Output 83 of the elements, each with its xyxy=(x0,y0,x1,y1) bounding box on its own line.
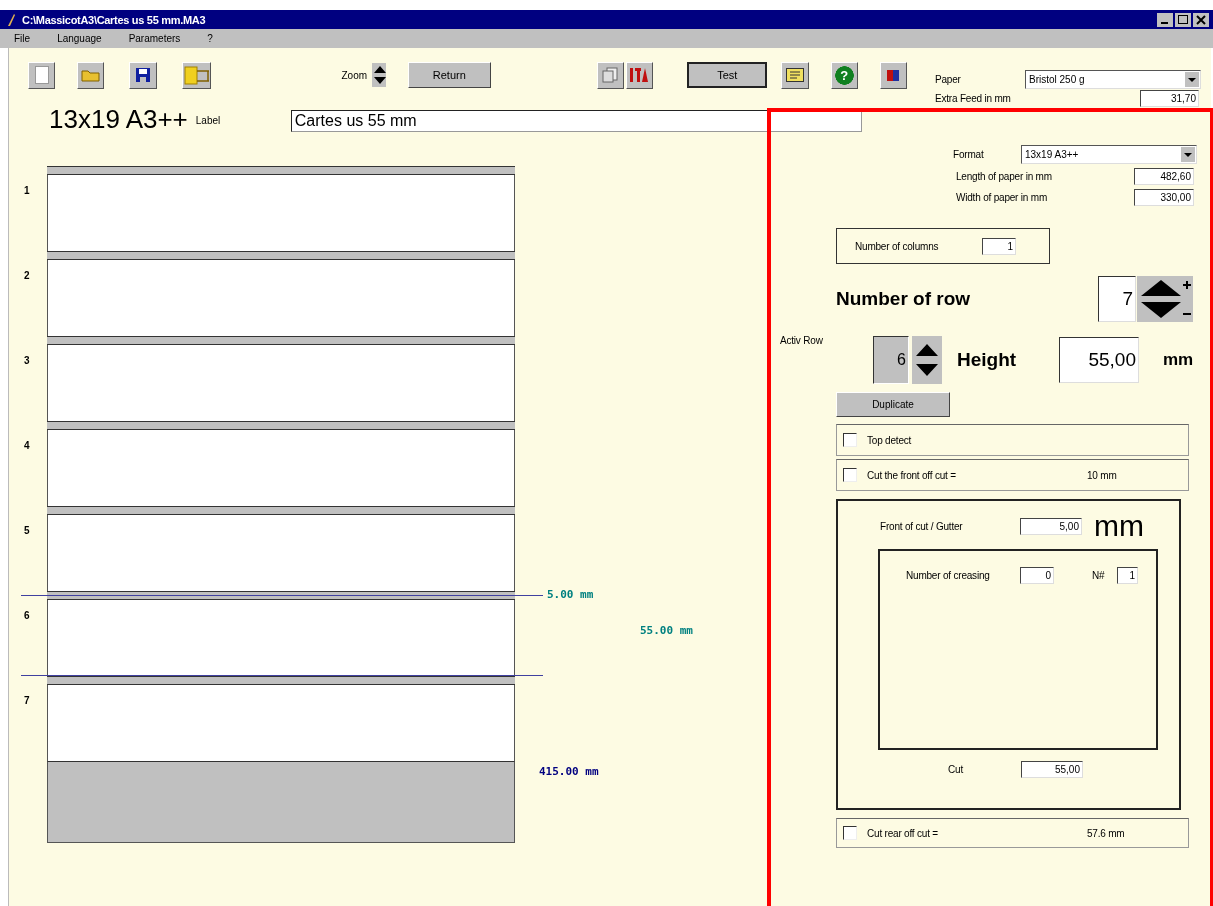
test-button[interactable]: Test xyxy=(687,62,768,88)
pages-button[interactable] xyxy=(596,61,624,89)
active-row-field[interactable]: 6 xyxy=(873,336,909,384)
height-label: Height xyxy=(957,349,1018,371)
menu-item[interactable]: Language xyxy=(57,33,102,44)
new-file-button[interactable] xyxy=(28,61,56,89)
columns-field[interactable]: 1 xyxy=(982,237,1016,255)
open-button[interactable] xyxy=(77,61,105,89)
columns-label: Number of columns xyxy=(855,240,940,252)
checkbox[interactable] xyxy=(843,433,857,447)
folder-frame-icon xyxy=(183,65,210,85)
total-reading: 415.00 mm xyxy=(538,765,600,778)
height-unit: mm xyxy=(1163,350,1194,370)
label-caption: Label xyxy=(195,115,222,126)
caret-icon xyxy=(1181,146,1195,162)
window-title: C:\MassicotA3\Cartes us 55 mm.MA3 xyxy=(22,13,206,26)
height-field[interactable]: 55,00 xyxy=(1059,337,1139,383)
menu-item[interactable]: File xyxy=(14,33,31,44)
option-label: Top detect xyxy=(867,434,913,446)
save-button[interactable] xyxy=(129,61,157,89)
row-number: 5 xyxy=(24,525,30,536)
columns-button[interactable] xyxy=(625,61,654,89)
gutter-label: Front of cut / Gutter xyxy=(880,520,964,532)
length-label: Length of paper in mm xyxy=(956,171,1053,182)
row-number: 7 xyxy=(24,695,30,706)
folder-icon xyxy=(80,68,101,82)
bars-icon xyxy=(629,67,650,83)
gutter-unit: mm xyxy=(1094,513,1144,539)
row-number: 2 xyxy=(24,270,30,281)
paper-label: Paper xyxy=(935,73,962,85)
paper-dropdown[interactable]: Bristol 250 g xyxy=(1025,69,1201,89)
extra-feed-field[interactable]: 31,70 xyxy=(1140,89,1199,107)
label-field[interactable]: Cartes us 55 mm xyxy=(290,110,862,132)
cut-field[interactable]: 55,00 xyxy=(1021,761,1083,778)
height-reading: 55.00 mm xyxy=(639,624,694,637)
gutter-reading: 5.00 mm xyxy=(546,588,595,601)
minimize-icon[interactable] xyxy=(1157,12,1173,27)
page-icon xyxy=(34,66,49,84)
plus-minus-spinner-icon[interactable] xyxy=(1137,276,1193,322)
width-label: Width of paper in mm xyxy=(956,192,1049,203)
option-label: Cut rear off cut = xyxy=(867,827,939,839)
format-dropdown[interactable]: 13x19 A3++ xyxy=(1021,144,1197,164)
zoom-spinner-icon[interactable] xyxy=(372,63,386,87)
creasing-field[interactable]: 0 xyxy=(1020,567,1054,584)
note-icon xyxy=(786,68,804,82)
folder-frame-button[interactable] xyxy=(181,61,212,89)
width-field[interactable]: 330,00 xyxy=(1134,189,1194,206)
creasing-label: Number of creasing xyxy=(906,570,991,581)
n-field[interactable]: 1 xyxy=(1117,567,1138,584)
row-number: 6 xyxy=(24,610,30,621)
book-icon xyxy=(886,68,901,82)
option-reading: 57.6 mm xyxy=(1087,827,1125,839)
checkbox[interactable] xyxy=(843,826,857,840)
rows-field[interactable]: 7 xyxy=(1098,276,1136,322)
return-button[interactable]: Return xyxy=(407,62,491,88)
cut-label: Cut xyxy=(948,764,964,775)
close-icon[interactable] xyxy=(1193,12,1209,27)
zoom-label: Zoom xyxy=(341,69,368,81)
option-label: Cut the front off cut = xyxy=(867,469,957,481)
quill-icon xyxy=(6,12,16,27)
row-number: 3 xyxy=(24,355,30,366)
option-reading: 10 mm xyxy=(1087,469,1117,481)
rows-label: Number of row xyxy=(836,288,972,310)
duplicate-button[interactable]: Duplicate xyxy=(836,392,950,417)
checkbox[interactable] xyxy=(843,468,857,482)
caret-icon xyxy=(1185,71,1199,87)
format-name: 13x19 A3++ xyxy=(49,106,188,132)
maximize-icon[interactable] xyxy=(1175,12,1191,27)
menu-item[interactable]: Parameters xyxy=(128,33,181,44)
extra-feed-label: Extra Feed in mm xyxy=(935,92,1012,104)
help-button[interactable]: ? xyxy=(830,61,858,89)
n-label: N# xyxy=(1092,570,1106,581)
spinner-icon[interactable] xyxy=(912,336,942,384)
active-row-label: Activ Row xyxy=(780,335,824,346)
row-number: 1 xyxy=(24,185,30,196)
gutter-field[interactable]: 5,00 xyxy=(1020,517,1082,535)
format-label: Format xyxy=(953,148,985,160)
note-button[interactable] xyxy=(781,61,809,89)
book-button[interactable] xyxy=(879,61,908,89)
menu-item[interactable]: ? xyxy=(207,33,213,44)
length-field[interactable]: 482,60 xyxy=(1134,168,1194,185)
row-number: 4 xyxy=(24,440,30,451)
pages-icon xyxy=(602,67,619,83)
